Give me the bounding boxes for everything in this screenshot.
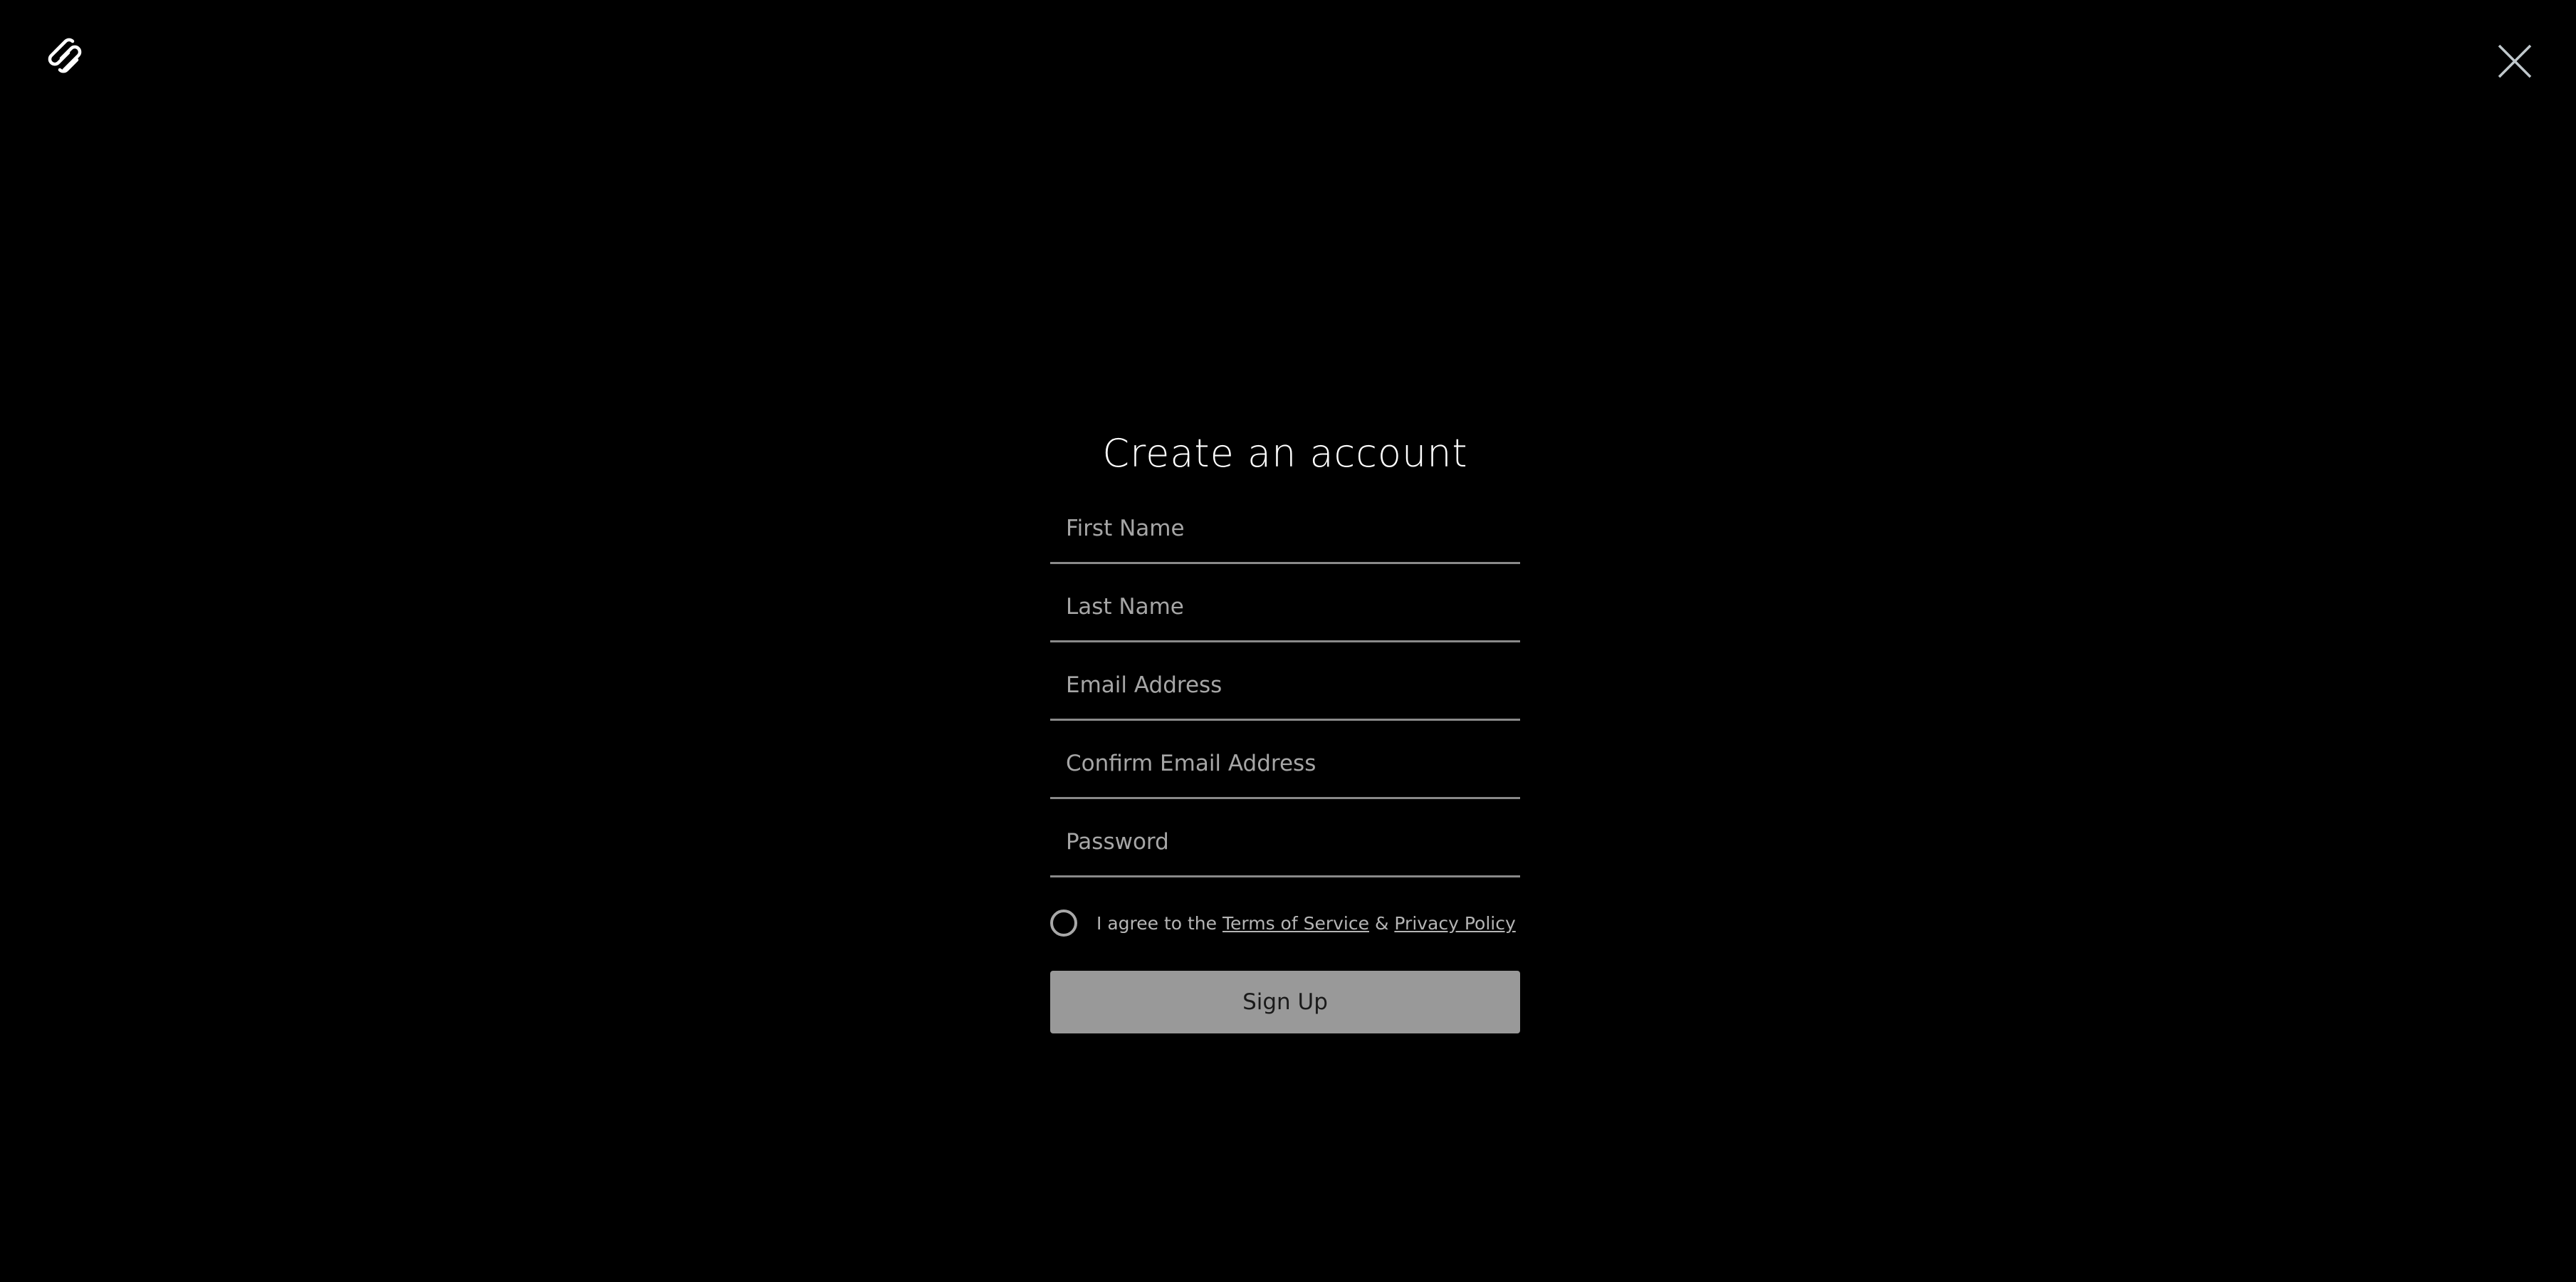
email-field bbox=[1050, 642, 1520, 721]
first-name-input[interactable] bbox=[1050, 505, 1520, 562]
privacy-policy-link[interactable]: Privacy Policy bbox=[1394, 913, 1515, 934]
sign-up-button[interactable]: Sign Up bbox=[1050, 971, 1520, 1033]
terms-of-service-link[interactable]: Terms of Service bbox=[1222, 913, 1369, 934]
agreement-prefix: I agree to the bbox=[1096, 912, 1218, 934]
last-name-field bbox=[1050, 564, 1520, 642]
page-title: Create an account bbox=[1102, 431, 1468, 476]
agreement-text: I agree to the Terms of Service & Privac… bbox=[1096, 913, 1516, 934]
confirm-email-field bbox=[1050, 721, 1520, 799]
first-name-field bbox=[1050, 487, 1520, 564]
close-button[interactable] bbox=[2496, 43, 2533, 80]
agree-checkbox[interactable] bbox=[1050, 910, 1077, 937]
last-name-input[interactable] bbox=[1050, 583, 1520, 640]
email-input[interactable] bbox=[1050, 662, 1520, 719]
squarespace-logo-icon[interactable] bbox=[44, 37, 88, 74]
password-input[interactable] bbox=[1050, 818, 1520, 875]
signup-form: Create an account I agree to the Terms o… bbox=[1050, 420, 1520, 1033]
agreement-conjunction: & bbox=[1374, 912, 1389, 934]
password-field bbox=[1050, 799, 1520, 877]
close-icon bbox=[2498, 44, 2532, 78]
confirm-email-input[interactable] bbox=[1050, 740, 1520, 797]
terms-agreement: I agree to the Terms of Service & Privac… bbox=[1050, 907, 1520, 939]
